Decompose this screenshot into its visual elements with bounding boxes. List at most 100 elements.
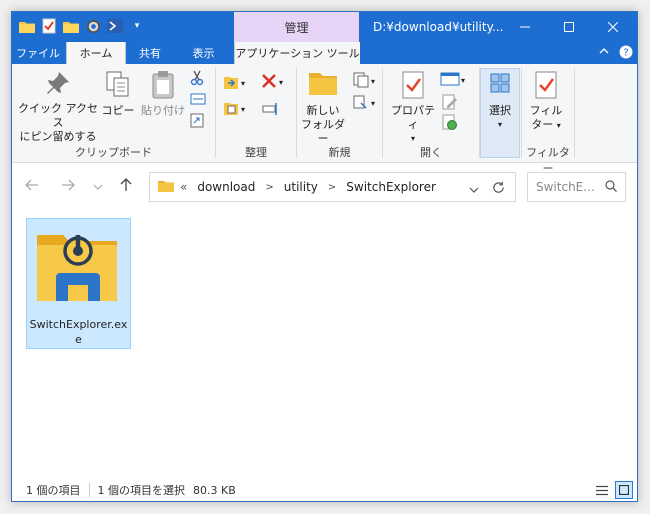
search-icon — [605, 179, 617, 195]
paste-shortcut-icon — [190, 112, 204, 131]
new-group-label: 新規 — [328, 146, 351, 159]
powershell-icon[interactable] — [106, 17, 124, 35]
properties-check-icon[interactable] — [40, 17, 58, 35]
window-title: D:¥download¥utility... — [373, 20, 504, 34]
pin-label-line1: クイック アクセス — [18, 102, 98, 129]
breadcrumb-item[interactable]: utility — [284, 180, 318, 194]
copy-label: コピー — [101, 104, 135, 117]
scissors-icon — [190, 70, 204, 89]
chevron-down-icon — [93, 179, 103, 195]
properties-button[interactable]: プロパティ ▾ — [388, 70, 438, 146]
open-button[interactable]: ▾ — [440, 72, 465, 89]
tab-share[interactable]: 共有 — [124, 42, 176, 64]
chevron-right-icon[interactable]: > — [265, 182, 273, 193]
breadcrumb-item[interactable]: download — [197, 180, 255, 194]
move-to-icon — [222, 74, 240, 93]
ribbon-home: クイック アクセス にピン留めする コピー 貼り付け クリップボード ▾ ▾ ▾… — [12, 64, 637, 175]
switchexplorer-app-icon — [35, 227, 121, 310]
recent-locations-button[interactable] — [88, 177, 108, 197]
select-label: 選択 — [489, 104, 511, 117]
organize-group-label: 整理 — [245, 146, 267, 159]
breadcrumb: « download > utility > SwitchExplorer — [180, 180, 436, 194]
chevron-down-icon: ▾ — [279, 78, 284, 87]
up-button[interactable] — [116, 177, 136, 197]
folder-icon — [18, 17, 36, 35]
filter-button[interactable]: フィル ター ▾ — [526, 70, 566, 133]
new-folder-icon[interactable] — [62, 17, 80, 35]
forward-button[interactable] — [58, 177, 78, 197]
cut-button[interactable] — [190, 70, 204, 89]
clipboard-group-label: クリップボード — [75, 146, 152, 159]
chevron-up-icon[interactable] — [599, 45, 609, 62]
tab-application-tools[interactable]: アプリケーション ツール — [234, 42, 360, 64]
properties-icon — [400, 70, 426, 104]
breadcrumb-overflow[interactable]: « — [180, 180, 187, 194]
filter-label-line1: フィル — [529, 104, 563, 117]
move-to-button[interactable]: ▾ — [222, 74, 245, 93]
copy-path-button[interactable] — [190, 92, 206, 109]
view-switcher — [593, 479, 633, 501]
details-view-button[interactable] — [593, 481, 611, 499]
chevron-right-icon[interactable]: > — [328, 182, 336, 193]
select-button[interactable]: 選択 ▾ — [482, 72, 518, 132]
tab-view[interactable]: 表示 — [176, 42, 231, 64]
pin-icon — [45, 70, 71, 100]
status-bar: 1 個の項目 1 個の項目を選択 80.3 KB — [12, 479, 637, 501]
copy-to-button[interactable]: ▾ — [222, 100, 245, 119]
paste-shortcut-button[interactable] — [190, 112, 204, 131]
group-divider — [574, 68, 575, 158]
copy-icon — [105, 70, 131, 102]
item-count: 1 個の項目 — [26, 484, 81, 497]
easy-access-icon — [352, 94, 370, 113]
address-bar[interactable]: « download > utility > SwitchExplorer — [149, 172, 516, 202]
address-history-dropdown[interactable] — [469, 184, 479, 197]
new-folder-button[interactable]: 新しい フォルダー — [300, 70, 346, 146]
tab-home[interactable]: ホーム — [66, 42, 126, 64]
copy-to-icon — [222, 100, 240, 119]
new-folder-label-line2: フォルダー — [301, 118, 345, 145]
arrow-left-icon — [25, 179, 39, 195]
arrow-right-icon — [61, 179, 75, 195]
minimize-button[interactable] — [503, 12, 547, 42]
large-icons-view-button[interactable] — [615, 481, 633, 499]
pin-to-quick-access-button[interactable]: クイック アクセス にピン留めする — [18, 70, 98, 144]
selection-status: 1 個の項目を選択 — [97, 484, 186, 497]
svg-text:?: ? — [623, 48, 628, 59]
file-item[interactable]: SwitchExplorer.exe — [26, 218, 131, 349]
delete-button[interactable]: ▾ — [260, 72, 283, 93]
quick-access-toolbar: ▾ — [18, 17, 146, 35]
search-input[interactable]: SwitchE... — [536, 180, 595, 194]
gear-icon[interactable] — [84, 17, 102, 35]
refresh-icon[interactable] — [492, 181, 505, 197]
breadcrumb-item[interactable]: SwitchExplorer — [346, 180, 436, 194]
rename-button[interactable] — [262, 102, 280, 119]
edit-icon — [442, 94, 458, 113]
history-icon — [442, 114, 458, 133]
back-button[interactable] — [22, 177, 42, 197]
tab-file[interactable]: ファイル — [12, 42, 64, 64]
help-icon[interactable]: ? — [619, 45, 633, 62]
paste-label: 貼り付け — [141, 104, 185, 117]
rename-icon — [262, 102, 280, 119]
new-folder-icon — [308, 70, 338, 100]
select-grid-icon — [489, 72, 511, 98]
maximize-button[interactable] — [547, 12, 591, 42]
customize-dropdown-icon[interactable]: ▾ — [128, 17, 146, 35]
delete-x-icon — [260, 72, 278, 93]
chevron-down-icon: ▾ — [497, 120, 502, 129]
new-item-button[interactable]: ▾ — [352, 72, 375, 91]
search-box[interactable]: SwitchE... — [527, 172, 626, 202]
context-tab-manage: 管理 — [234, 12, 359, 42]
new-item-icon — [352, 72, 370, 91]
filter-label-line2: ター — [531, 118, 554, 131]
chevron-down-icon: ▾ — [241, 79, 246, 88]
easy-access-button[interactable]: ▾ — [352, 94, 375, 113]
close-button[interactable] — [591, 12, 635, 42]
folder-icon — [158, 179, 174, 195]
chevron-down-icon: ▾ — [241, 105, 246, 114]
explorer-window: ▾ 管理 D:¥download¥utility... ファイル ホーム 共有 … — [11, 11, 638, 502]
paste-button[interactable]: 貼り付け — [140, 70, 186, 118]
copy-button[interactable]: コピー — [100, 70, 136, 118]
edit-button[interactable] — [442, 94, 458, 113]
history-button[interactable] — [442, 114, 458, 133]
